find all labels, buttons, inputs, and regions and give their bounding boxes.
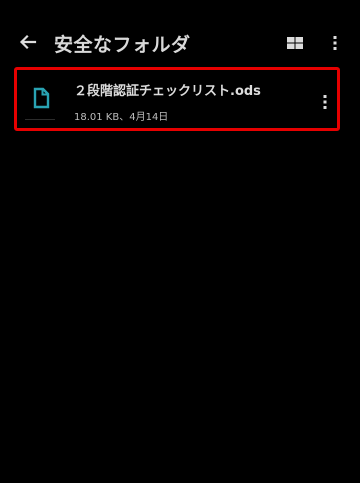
grid-view-button[interactable] bbox=[282, 30, 308, 56]
arrow-back-icon bbox=[19, 34, 37, 50]
more-vert-icon bbox=[333, 36, 337, 50]
back-button[interactable] bbox=[14, 28, 42, 56]
page-title: 安全なフォルダ bbox=[54, 34, 191, 56]
document-icon bbox=[30, 87, 52, 109]
app-bar: 安全なフォルダ bbox=[0, 22, 360, 62]
status-bar bbox=[0, 0, 360, 6]
more-options-button[interactable] bbox=[324, 30, 346, 56]
file-name: ２段階認証チェックリスト.ods bbox=[74, 84, 261, 99]
grid-view-icon bbox=[287, 37, 303, 49]
file-list-item[interactable]: ２段階認証チェックリスト.ods 18.01 KB、4月14日 bbox=[14, 67, 340, 131]
file-options-button[interactable] bbox=[318, 90, 332, 114]
file-meta: 18.01 KB、4月14日 bbox=[74, 112, 169, 123]
icon-divider bbox=[25, 119, 55, 120]
more-vert-icon bbox=[323, 95, 327, 109]
